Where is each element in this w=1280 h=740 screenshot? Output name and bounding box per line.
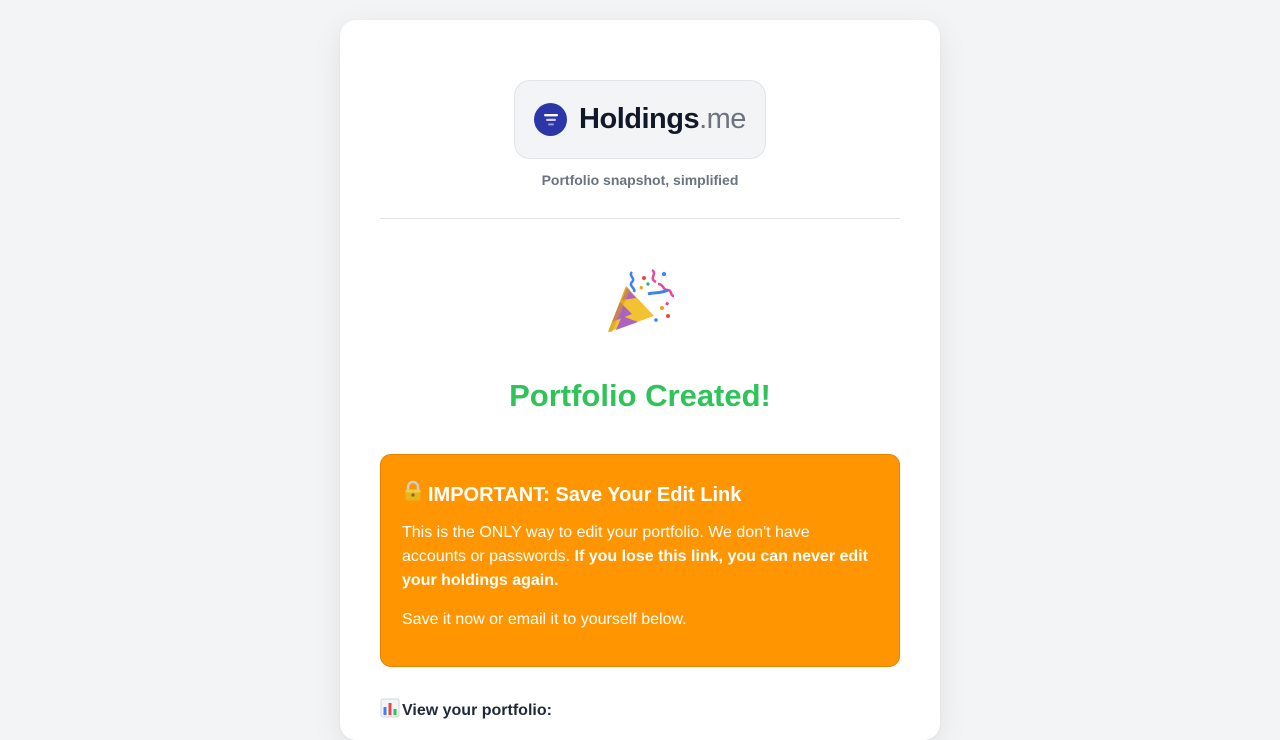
brand-logo: Holdings.me: [514, 80, 766, 159]
brand-wordmark: Holdings.me: [579, 105, 746, 134]
brand-tagline: Portfolio snapshot, simplified: [541, 172, 739, 188]
portfolio-created-card: Holdings.me Portfolio snapshot, simplifi…: [340, 20, 940, 740]
bar-chart-icon: [380, 698, 400, 723]
view-portfolio-label: View your portfolio:: [402, 701, 552, 719]
view-portfolio-row: View your portfolio:: [380, 698, 552, 723]
warning-heading: IMPORTANT: Save Your Edit Link: [402, 480, 878, 509]
header-divider: [380, 218, 900, 219]
party-popper-icon: [602, 264, 678, 340]
brand-name: Holdings: [579, 103, 700, 135]
warning-title: IMPORTANT: Save Your Edit Link: [428, 483, 742, 506]
save-link-warning: IMPORTANT: Save Your Edit Link This is t…: [380, 454, 900, 667]
warning-body: This is the ONLY way to edit your portfo…: [402, 521, 878, 593]
lock-icon: [402, 480, 424, 509]
stacked-lines-icon: [534, 103, 568, 136]
warning-note: Save it now or email it to yourself belo…: [402, 611, 687, 628]
success-title: Portfolio Created!: [509, 378, 771, 413]
brand-tld: .me: [699, 103, 746, 135]
